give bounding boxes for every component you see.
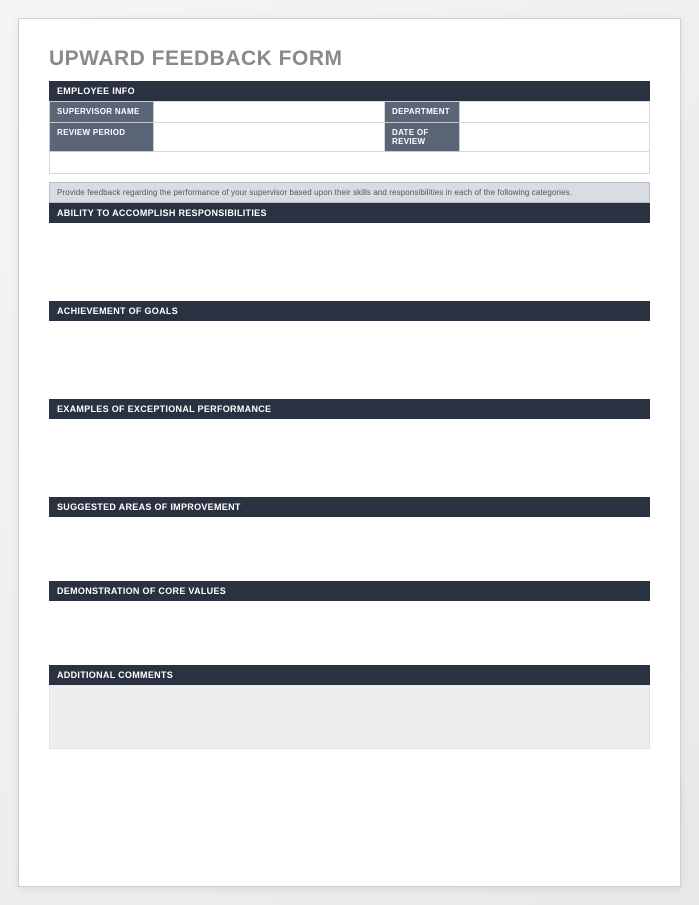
section-body-goals[interactable] (49, 321, 650, 399)
section-header-additional: ADDITIONAL COMMENTS (49, 665, 650, 685)
department-input[interactable] (460, 101, 650, 123)
supervisor-name-input[interactable] (154, 101, 385, 123)
department-label: DEPARTMENT (385, 101, 460, 123)
spacer-row (49, 152, 650, 174)
section-header-improvement: SUGGESTED AREAS OF IMPROVEMENT (49, 497, 650, 517)
section-body-responsibilities[interactable] (49, 223, 650, 301)
employee-info-header: EMPLOYEE INFO (49, 81, 650, 101)
instruction-text: Provide feedback regarding the performan… (49, 182, 650, 203)
section-body-core-values[interactable] (49, 601, 650, 665)
review-period-input[interactable] (154, 123, 385, 152)
section-header-responsibilities: ABILITY TO ACCOMPLISH RESPONSIBILITIES (49, 203, 650, 223)
section-header-core-values: DEMONSTRATION OF CORE VALUES (49, 581, 650, 601)
section-header-goals: ACHIEVEMENT OF GOALS (49, 301, 650, 321)
review-period-label: REVIEW PERIOD (49, 123, 154, 152)
section-body-exceptional[interactable] (49, 419, 650, 497)
info-row-2: REVIEW PERIOD DATE OF REVIEW (49, 123, 650, 152)
section-body-improvement[interactable] (49, 517, 650, 581)
supervisor-name-label: SUPERVISOR NAME (49, 101, 154, 123)
date-of-review-input[interactable] (460, 123, 650, 152)
section-header-exceptional: EXAMPLES OF EXCEPTIONAL PERFORMANCE (49, 399, 650, 419)
section-body-additional[interactable] (49, 685, 650, 749)
document-page: UPWARD FEEDBACK FORM EMPLOYEE INFO SUPER… (18, 18, 681, 887)
date-of-review-label: DATE OF REVIEW (385, 123, 460, 152)
info-row-1: SUPERVISOR NAME DEPARTMENT (49, 101, 650, 123)
form-title: UPWARD FEEDBACK FORM (49, 47, 650, 71)
